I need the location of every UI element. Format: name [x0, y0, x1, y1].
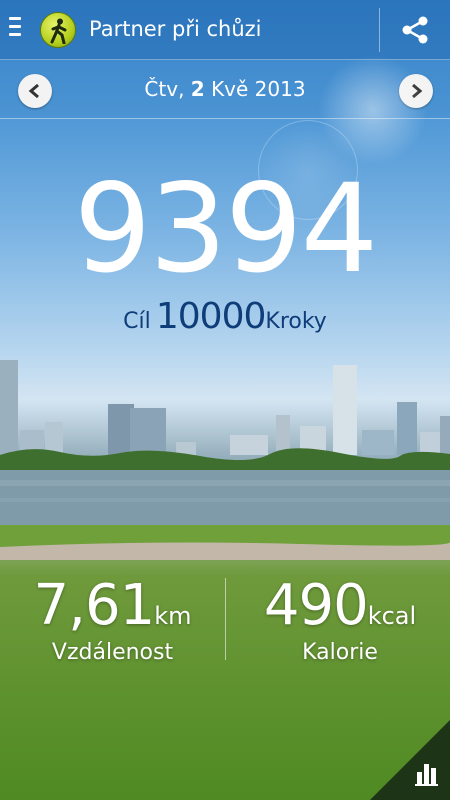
chart-button[interactable]	[370, 720, 450, 800]
share-icon	[402, 16, 428, 44]
current-date: Čtv, 2 Kvě 2013	[0, 77, 450, 101]
distance-stat: 7,61km Vzdálenost	[20, 578, 205, 666]
app-title: Partner při chůzi	[89, 17, 262, 41]
goal-value: 10000	[155, 296, 267, 337]
goal-unit: Kroky	[265, 309, 327, 334]
calories-unit: kcal	[367, 602, 417, 630]
menu-icon[interactable]	[9, 17, 23, 43]
step-goal: Cíl 10000Kroky	[0, 296, 450, 337]
calories-label: Kalorie	[302, 640, 378, 665]
date-day: 2	[190, 77, 205, 101]
goal-label: Cíl	[123, 309, 151, 334]
distance-value: 7,61	[33, 573, 156, 638]
date-weekday: Čtv,	[144, 77, 185, 101]
chevron-right-icon	[412, 83, 423, 99]
next-day-button[interactable]	[399, 74, 433, 108]
share-button[interactable]	[380, 0, 450, 60]
calories-value: 490	[263, 573, 369, 638]
distance-label: Vzdálenost	[51, 640, 174, 665]
date-navigation: Čtv, 2 Kvě 2013	[0, 61, 450, 119]
step-count: 9394	[73, 158, 378, 300]
date-month-year: Kvě 2013	[211, 77, 306, 101]
action-bar: Partner při chůzi	[0, 0, 450, 60]
walking-person-icon[interactable]	[40, 12, 76, 48]
city-skyline-background	[0, 360, 450, 560]
stats-divider	[225, 578, 226, 660]
distance-unit: km	[154, 602, 192, 630]
calories-stat: 490kcal Kalorie	[245, 578, 435, 666]
